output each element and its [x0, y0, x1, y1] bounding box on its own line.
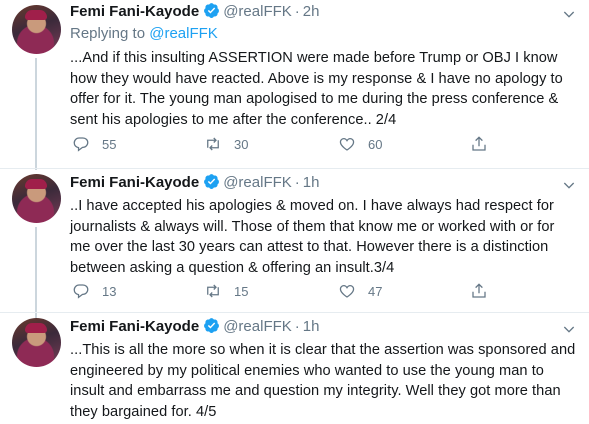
- tweet-text: ..I have accepted his apologies & moved …: [70, 198, 555, 276]
- chevron-down-icon[interactable]: [561, 6, 577, 22]
- tweet-2[interactable]: Femi Fani-Kayode @realFFK · 1h ..I have acc…: [0, 169, 589, 327]
- avatar[interactable]: [12, 5, 61, 54]
- reply-count: 55: [102, 136, 117, 152]
- share-icon: [472, 136, 486, 151]
- retweet-button[interactable]: 15: [204, 281, 248, 301]
- tweet-3[interactable]: Femi Fani-Kayode @realFFK · 1h ...This is a…: [0, 313, 589, 424]
- timestamp[interactable]: 1h: [303, 174, 320, 191]
- replying-to-label: Replying to: [70, 25, 150, 42]
- reply-button[interactable]: 13: [72, 281, 116, 301]
- author-name[interactable]: Femi Fani-Kayode: [70, 318, 199, 335]
- author-name[interactable]: Femi Fani-Kayode: [70, 174, 199, 191]
- reply-icon: [73, 137, 89, 152]
- reply-icon: [73, 284, 89, 299]
- replying-to: Replying to @realFFK: [70, 24, 218, 44]
- retweet-icon: [207, 137, 219, 151]
- separator-dot: ·: [294, 318, 300, 335]
- timestamp[interactable]: 1h: [303, 318, 320, 335]
- timestamp[interactable]: 2h: [303, 3, 320, 20]
- like-count: 47: [368, 283, 383, 299]
- retweet-count: 30: [234, 136, 249, 152]
- avatar[interactable]: [12, 174, 61, 223]
- like-button[interactable]: 47: [338, 281, 382, 301]
- tweet-actions: 13 15 47: [70, 281, 570, 301]
- author-name[interactable]: Femi Fani-Kayode: [70, 3, 199, 20]
- avatar[interactable]: [12, 318, 61, 367]
- reply-count: 13: [102, 283, 117, 299]
- verified-badge-icon: [203, 317, 220, 340]
- author-handle[interactable]: @realFFK: [223, 3, 292, 20]
- replying-to-handle[interactable]: @realFFK: [149, 25, 218, 42]
- tweet-text: ...And if this insulting ASSERTION were …: [70, 50, 563, 128]
- chevron-down-icon[interactable]: [561, 321, 577, 337]
- verified-badge-icon: [203, 2, 220, 25]
- verified-badge-icon: [203, 173, 220, 196]
- thread-line: [35, 58, 37, 170]
- tweet-header: Femi Fani-Kayode @realFFK · 1h: [70, 173, 319, 193]
- share-icon: [472, 283, 486, 298]
- author-handle[interactable]: @realFFK: [223, 318, 292, 335]
- like-button[interactable]: 60: [338, 134, 382, 154]
- tweet-text: ...This is all the more so when it is cl…: [70, 342, 576, 420]
- tweet-header: Femi Fani-Kayode @realFFK · 1h: [70, 317, 319, 337]
- reply-button[interactable]: 55: [72, 134, 116, 154]
- tweet-1[interactable]: Femi Fani-Kayode @realFFK · 2h Replying to …: [0, 0, 589, 170]
- chevron-down-icon[interactable]: [561, 177, 577, 193]
- separator-dot: ·: [294, 174, 300, 191]
- tweet-actions: 55 30 60: [70, 134, 570, 154]
- like-count: 60: [368, 136, 383, 152]
- retweet-button[interactable]: 30: [204, 134, 248, 154]
- heart-icon: [339, 137, 355, 151]
- retweet-count: 15: [234, 283, 249, 299]
- author-handle[interactable]: @realFFK: [223, 174, 292, 191]
- tweet-header: Femi Fani-Kayode @realFFK · 2h: [70, 2, 319, 22]
- heart-icon: [339, 284, 355, 298]
- share-button[interactable]: [470, 134, 488, 154]
- retweet-icon: [207, 284, 219, 298]
- share-button[interactable]: [470, 281, 488, 301]
- separator-dot: ·: [294, 3, 300, 20]
